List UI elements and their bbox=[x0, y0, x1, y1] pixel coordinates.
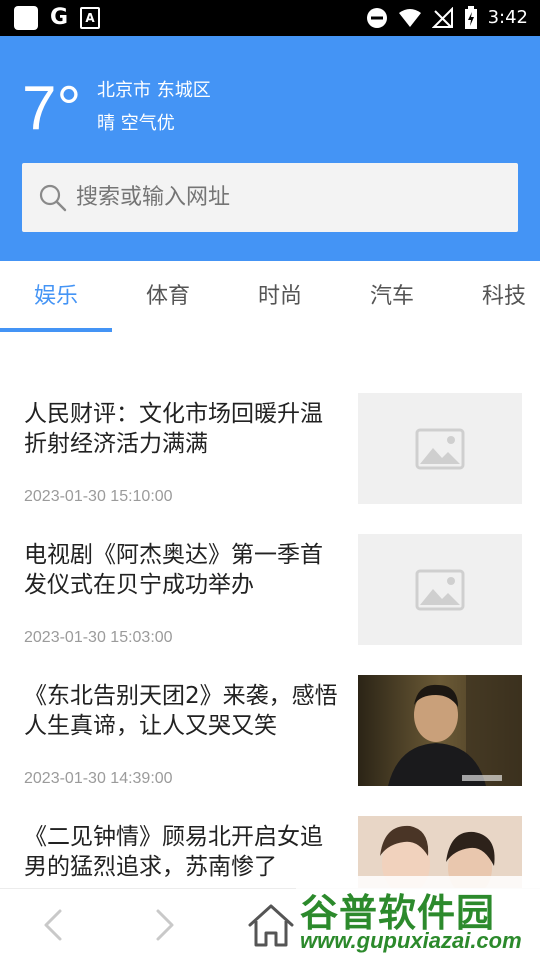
category-tabs: 娱乐 体育 时尚 汽车 科技 bbox=[0, 261, 540, 333]
search-input[interactable] bbox=[76, 163, 496, 232]
search-icon bbox=[39, 184, 67, 212]
status-bar: G A 3:42 bbox=[0, 0, 540, 36]
weather-status[interactable]: 晴 空气优 bbox=[97, 112, 175, 136]
no-signal-icon bbox=[431, 7, 453, 28]
placeholder-image-icon bbox=[415, 569, 465, 611]
font-a-icon: A bbox=[80, 7, 101, 29]
tab-auto[interactable]: 汽车 bbox=[336, 261, 448, 333]
location[interactable]: 北京市 东城区 bbox=[97, 79, 211, 103]
news-title: 电视剧《阿杰奥达》第一季首发仪式在贝宁成功举办 bbox=[24, 542, 323, 598]
tab-sports[interactable]: 体育 bbox=[112, 261, 224, 333]
news-thumbnail bbox=[358, 393, 522, 504]
news-time: 2023-01-30 14:39:00 bbox=[24, 770, 173, 787]
news-title: 《二见钟情》顾易北开启女追男的猛烈追求，苏南惨了 bbox=[24, 824, 323, 880]
news-time: 2023-01-30 15:03:00 bbox=[24, 629, 173, 646]
active-tab-indicator bbox=[0, 328, 112, 332]
home-icon[interactable] bbox=[246, 901, 296, 951]
news-item[interactable]: 电视剧《阿杰奥达》第一季首发仪式在贝宁成功举办 2023-01-30 15:03… bbox=[0, 534, 540, 675]
do-not-disturb-icon bbox=[366, 8, 387, 28]
news-title: 《东北告别天团2》来袭，感悟人生真谛，让人又哭又笑 bbox=[24, 683, 338, 739]
temperature[interactable]: 7° bbox=[22, 76, 81, 142]
tab-fashion[interactable]: 时尚 bbox=[224, 261, 336, 333]
watermark: 谷普软件园 www.gupuxiazai.com bbox=[296, 876, 540, 960]
clock: 3:42 bbox=[487, 7, 528, 28]
news-time: 2023-01-30 15:10:00 bbox=[24, 488, 173, 505]
news-item[interactable]: 人民财评：文化市场回暖升温折射经济活力满满 2023-01-30 15:10:0… bbox=[0, 393, 540, 534]
placeholder-image-icon bbox=[415, 428, 465, 470]
news-item[interactable]: 《东北告别天团2》来袭，感悟人生真谛，让人又哭又笑 2023-01-30 14:… bbox=[0, 675, 540, 816]
tab-entertainment[interactable]: 娱乐 bbox=[0, 261, 112, 333]
wifi-icon bbox=[398, 9, 421, 27]
back-arrow-icon[interactable] bbox=[32, 903, 76, 947]
google-icon: G bbox=[50, 5, 69, 30]
news-title: 人民财评：文化市场回暖升温折射经济活力满满 bbox=[24, 401, 323, 457]
search-bar[interactable] bbox=[22, 163, 518, 232]
forward-arrow-icon[interactable] bbox=[142, 903, 186, 947]
tab-tech[interactable]: 科技 bbox=[448, 261, 540, 333]
weather-header: 7° 北京市 东城区 晴 空气优 bbox=[0, 36, 540, 261]
news-thumbnail bbox=[358, 675, 522, 786]
watermark-url: www.gupuxiazai.com bbox=[300, 928, 522, 953]
news-thumbnail bbox=[358, 534, 522, 645]
battery-charging-icon bbox=[464, 6, 477, 29]
photo-man bbox=[358, 675, 522, 786]
app-square-icon bbox=[14, 6, 38, 30]
